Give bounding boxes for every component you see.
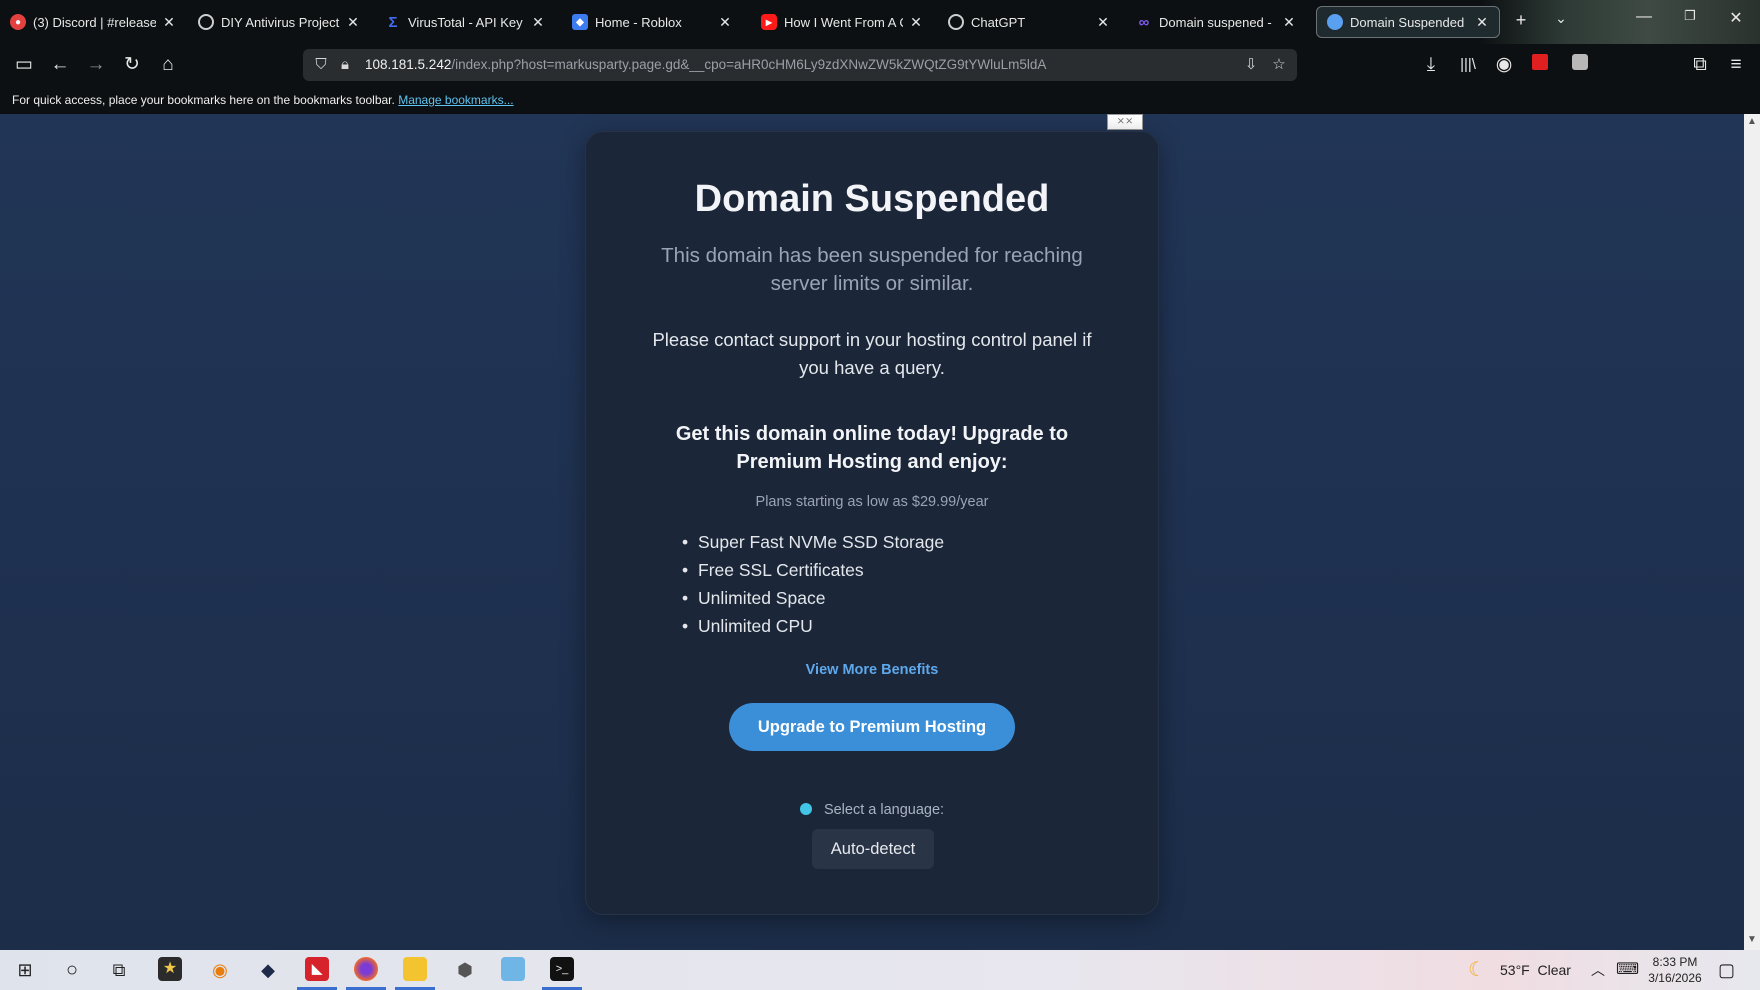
- language-select[interactable]: Auto-detect: [812, 829, 934, 869]
- terminal-icon[interactable]: >_: [550, 957, 574, 981]
- close-window-icon[interactable]: ✕: [1716, 8, 1756, 28]
- infinity-icon: ∞: [1138, 13, 1150, 31]
- view-more-benefits-link[interactable]: View More Benefits: [586, 662, 1158, 678]
- install-page-icon[interactable]: ⇩: [1241, 55, 1261, 75]
- promo-heading: Get this domain online today! Upgrade to…: [675, 423, 1069, 473]
- openai-icon: [948, 14, 964, 30]
- upgrade-button[interactable]: Upgrade to Premium Hosting: [729, 703, 1015, 751]
- close-tab-icon[interactable]: ✕: [909, 14, 923, 31]
- list-item: Unlimited CPU: [682, 612, 944, 640]
- tab-roblox[interactable]: ◆ Home - Roblox ✕: [562, 6, 742, 38]
- restore-icon[interactable]: ❐: [1670, 8, 1710, 24]
- list-item: Free SSL Certificates: [682, 556, 944, 584]
- taskbar: ⊞ ○ ⧉ ★ ◉ ◆ ◣ ⬢ >_ ☾ 53°F Clear ︿ ⌨ 8:33…: [0, 950, 1760, 990]
- home-icon[interactable]: ⌂: [156, 54, 180, 76]
- tab-youtube[interactable]: ▶ How I Went From A Cow ✕: [751, 6, 933, 38]
- amd-icon[interactable]: ◣: [305, 957, 329, 981]
- keyboard-icon[interactable]: ⌨: [1616, 950, 1639, 990]
- list-item: Super Fast NVMe SSD Storage: [682, 528, 944, 556]
- sidebar-icon[interactable]: ▭: [12, 54, 36, 76]
- taskbar-app-cube-icon[interactable]: ⬢: [450, 956, 480, 984]
- page-scrollbar[interactable]: ▲ ▼: [1744, 114, 1760, 950]
- ad-close-icon[interactable]: ⨯⨯: [1107, 114, 1143, 130]
- tab-chatgpt[interactable]: ChatGPT ✕: [938, 6, 1120, 38]
- list-item: Unlimited Space: [682, 584, 944, 612]
- url-path: /index.php?host=markusparty.page.gd&__cp…: [451, 57, 1047, 72]
- page-title: Domain Suspended: [694, 178, 1050, 220]
- language-label-text: Select a language:: [823, 802, 945, 818]
- clock[interactable]: 8:33 PM 3/16/2026: [1645, 954, 1705, 990]
- reload-icon[interactable]: ↻: [120, 54, 144, 76]
- scroll-up-icon[interactable]: ▲: [1744, 116, 1760, 127]
- taskbar-app-dark-icon[interactable]: ◆: [253, 956, 283, 984]
- address-bar[interactable]: ⛉ 🔒︎ 108.181.5.242/index.php?host=markus…: [303, 49, 1297, 81]
- bookmarks-toolbar: For quick access, place your bookmarks h…: [0, 86, 1760, 114]
- globe-icon: [799, 803, 812, 815]
- extension-grey-icon[interactable]: [1568, 54, 1592, 76]
- tab-discord[interactable]: ● (3) Discord | #releases | D ✕: [0, 6, 186, 38]
- account-icon[interactable]: ◉: [1492, 54, 1516, 76]
- minimize-icon[interactable]: —: [1624, 8, 1664, 26]
- roblox-icon: ◆: [572, 14, 588, 30]
- manage-bookmarks-link[interactable]: Manage bookmarks...: [398, 93, 513, 107]
- close-tab-icon[interactable]: ✕: [531, 14, 545, 31]
- navigation-toolbar: ▭ ← → ↻ ⌂ ⛉ 🔒︎ 108.181.5.242/index.php?h…: [0, 44, 1760, 86]
- suspended-card: Domain Suspended This domain has been su…: [585, 131, 1159, 915]
- close-tab-icon[interactable]: ✕: [162, 14, 176, 31]
- tab-domain-suspended[interactable]: Domain Suspended ✕: [1316, 6, 1500, 38]
- virustotal-icon: Σ: [388, 13, 398, 31]
- lock-icon[interactable]: 🔒︎: [335, 55, 355, 75]
- weather-text[interactable]: 53°F Clear: [1500, 950, 1571, 990]
- tab-domain-suspened-host[interactable]: ∞ Domain suspened - Host ✕: [1126, 6, 1306, 38]
- tab-virustotal[interactable]: Σ VirusTotal - API Key - De ✕: [375, 6, 555, 38]
- url-host: 108.181.5.242: [365, 57, 452, 72]
- show-hidden-icons-chevron-icon[interactable]: ︿: [1591, 950, 1605, 990]
- forward-icon[interactable]: →: [84, 54, 108, 76]
- clock-time: 8:33 PM: [1652, 955, 1698, 969]
- firefox-icon[interactable]: [354, 957, 378, 981]
- taskbar-app-star-icon[interactable]: ★: [158, 957, 182, 981]
- new-tab-icon[interactable]: +: [1509, 10, 1533, 31]
- shield-icon[interactable]: ⛉: [311, 55, 331, 75]
- library-icon[interactable]: |||\: [1456, 54, 1480, 76]
- bookmark-star-icon[interactable]: ☆: [1269, 55, 1289, 75]
- contact-message: Please contact support in your hosting c…: [652, 329, 1092, 378]
- language-label: Select a language:: [586, 802, 1158, 818]
- close-tab-icon[interactable]: ✕: [1475, 14, 1489, 31]
- discord-icon: ●: [10, 14, 26, 30]
- benefits-list: Super Fast NVMe SSD Storage Free SSL Cer…: [682, 528, 944, 640]
- taskbar-app-blue-icon[interactable]: [501, 957, 525, 981]
- price-note: Plans starting as low as $29.99/year: [755, 494, 989, 510]
- tab-strip: ● (3) Discord | #releases | D ✕ DIY Anti…: [0, 0, 1760, 44]
- openai-icon: [198, 14, 214, 30]
- globe-icon: [1327, 14, 1343, 30]
- youtube-icon: ▶: [761, 14, 777, 30]
- tab-list-chevron-icon[interactable]: ⌄: [1549, 10, 1573, 27]
- close-tab-icon[interactable]: ✕: [718, 14, 732, 31]
- notifications-icon[interactable]: ▢: [1718, 950, 1735, 990]
- search-icon[interactable]: ○: [57, 956, 87, 984]
- url-text[interactable]: 108.181.5.242/index.php?host=markusparty…: [365, 57, 1046, 72]
- blender-icon[interactable]: ◉: [205, 956, 235, 984]
- close-tab-icon[interactable]: ✕: [346, 14, 360, 31]
- task-view-icon[interactable]: ⧉: [104, 956, 134, 984]
- clock-date: 3/16/2026: [1648, 971, 1702, 985]
- close-tab-icon[interactable]: ✕: [1282, 14, 1296, 31]
- menu-icon[interactable]: ≡: [1724, 54, 1748, 76]
- tab-diy-antivirus[interactable]: DIY Antivirus Project ✕: [188, 6, 370, 38]
- weather-moon-icon: ☾: [1468, 959, 1486, 981]
- extension-puzzle-icon[interactable]: ⧉: [1688, 54, 1712, 76]
- file-explorer-icon[interactable]: [403, 957, 427, 981]
- scroll-down-icon[interactable]: ▼: [1744, 934, 1760, 945]
- bookmarks-message: For quick access, place your bookmarks h…: [12, 93, 395, 107]
- suspension-message: This domain has been suspended for reach…: [661, 244, 1083, 295]
- windows-start-icon[interactable]: ⊞: [10, 956, 40, 984]
- close-tab-icon[interactable]: ✕: [1096, 14, 1110, 31]
- extension-red-icon[interactable]: [1528, 54, 1552, 76]
- back-icon[interactable]: ←: [48, 54, 72, 76]
- downloads-icon[interactable]: ⤓: [1419, 54, 1443, 76]
